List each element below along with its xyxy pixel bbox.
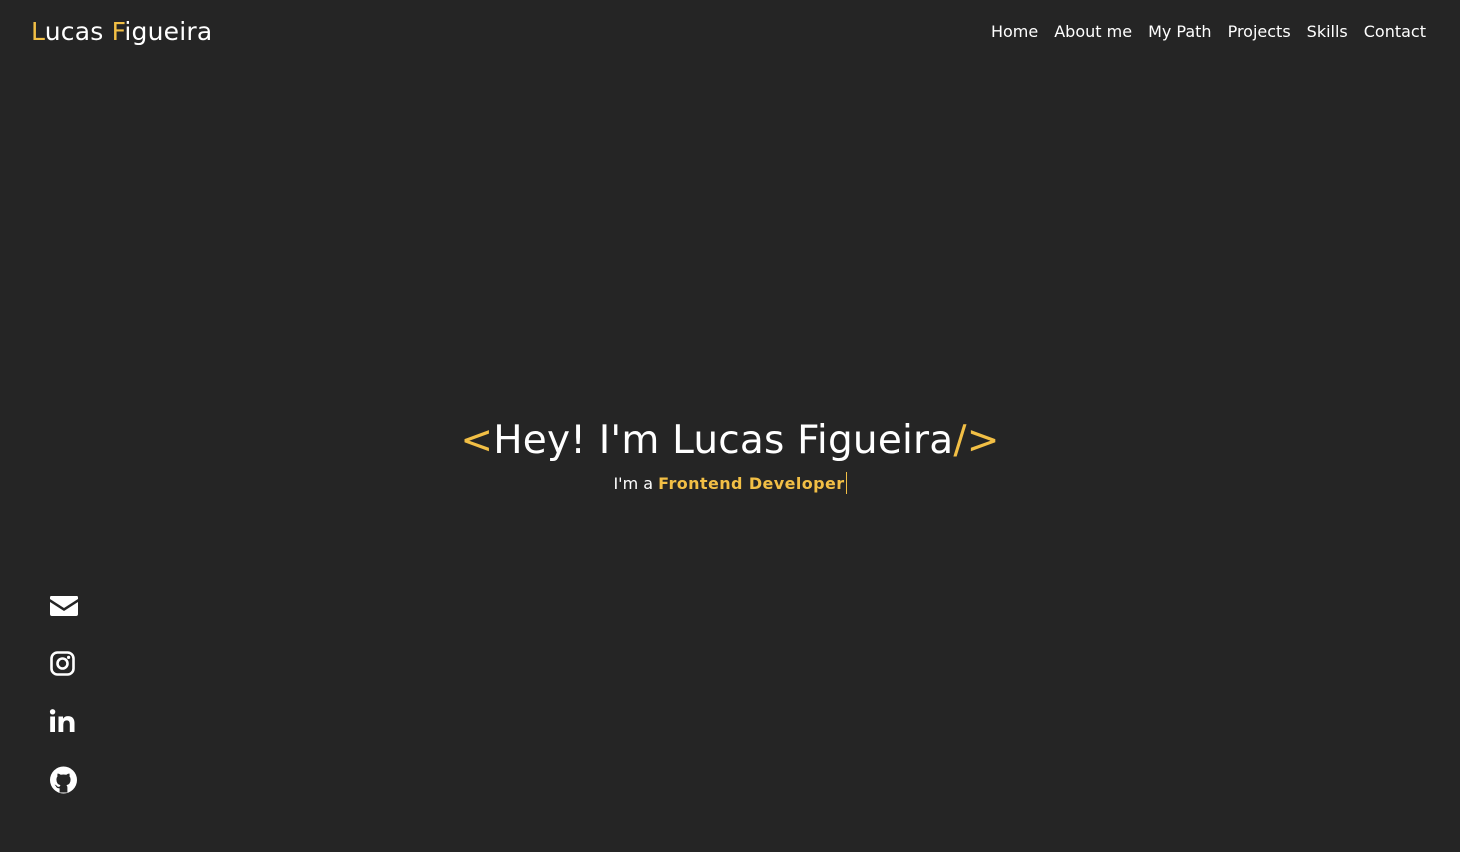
instagram-link[interactable]: [49, 648, 79, 680]
brand-last-rest: igueira: [124, 17, 213, 46]
linkedin-link[interactable]: [49, 706, 79, 738]
github-icon: [50, 766, 77, 794]
hero-section: <Hey! I'm Lucas Figueira/> I'm a Fronten…: [0, 412, 1460, 496]
brand-last-initial: F: [111, 17, 125, 46]
brand-first-initial: L: [31, 17, 45, 46]
nav-contact-link[interactable]: Contact: [1364, 20, 1426, 44]
linkedin-icon: [49, 709, 75, 732]
nav-about-link[interactable]: About me: [1054, 20, 1132, 44]
hero-title: <Hey! I'm Lucas Figueira/>: [0, 412, 1460, 470]
social-links: [49, 590, 79, 796]
nav-projects-link[interactable]: Projects: [1228, 20, 1291, 44]
brand-first-name: Lucas: [31, 17, 103, 46]
main-nav: Home About me My Path Projects Skills Co…: [991, 20, 1426, 44]
envelope-icon: [50, 596, 78, 616]
hero-title-text: Hey! I'm Lucas Figueira: [493, 418, 954, 463]
hero-role: Frontend Developer: [658, 474, 845, 493]
typing-caret: [845, 472, 847, 494]
hero-intro: I'm a: [613, 474, 654, 493]
page: Lucas Figueira Home About me My Path Pro…: [0, 0, 1460, 852]
hero-subtitle: I'm a Frontend Developer: [0, 472, 1460, 496]
brand-logo[interactable]: Lucas Figueira: [31, 15, 212, 49]
brand-last-name: Figueira: [112, 17, 213, 46]
email-link[interactable]: [49, 590, 79, 622]
nav-my-path-link[interactable]: My Path: [1148, 20, 1212, 44]
instagram-icon: [50, 651, 75, 676]
nav-skills-link[interactable]: Skills: [1307, 20, 1348, 44]
brand-first-rest: ucas: [44, 17, 104, 46]
nav-home-link[interactable]: Home: [991, 20, 1038, 44]
close-bracket: />: [953, 418, 1000, 463]
github-link[interactable]: [49, 764, 79, 796]
open-bracket: <: [460, 418, 494, 463]
